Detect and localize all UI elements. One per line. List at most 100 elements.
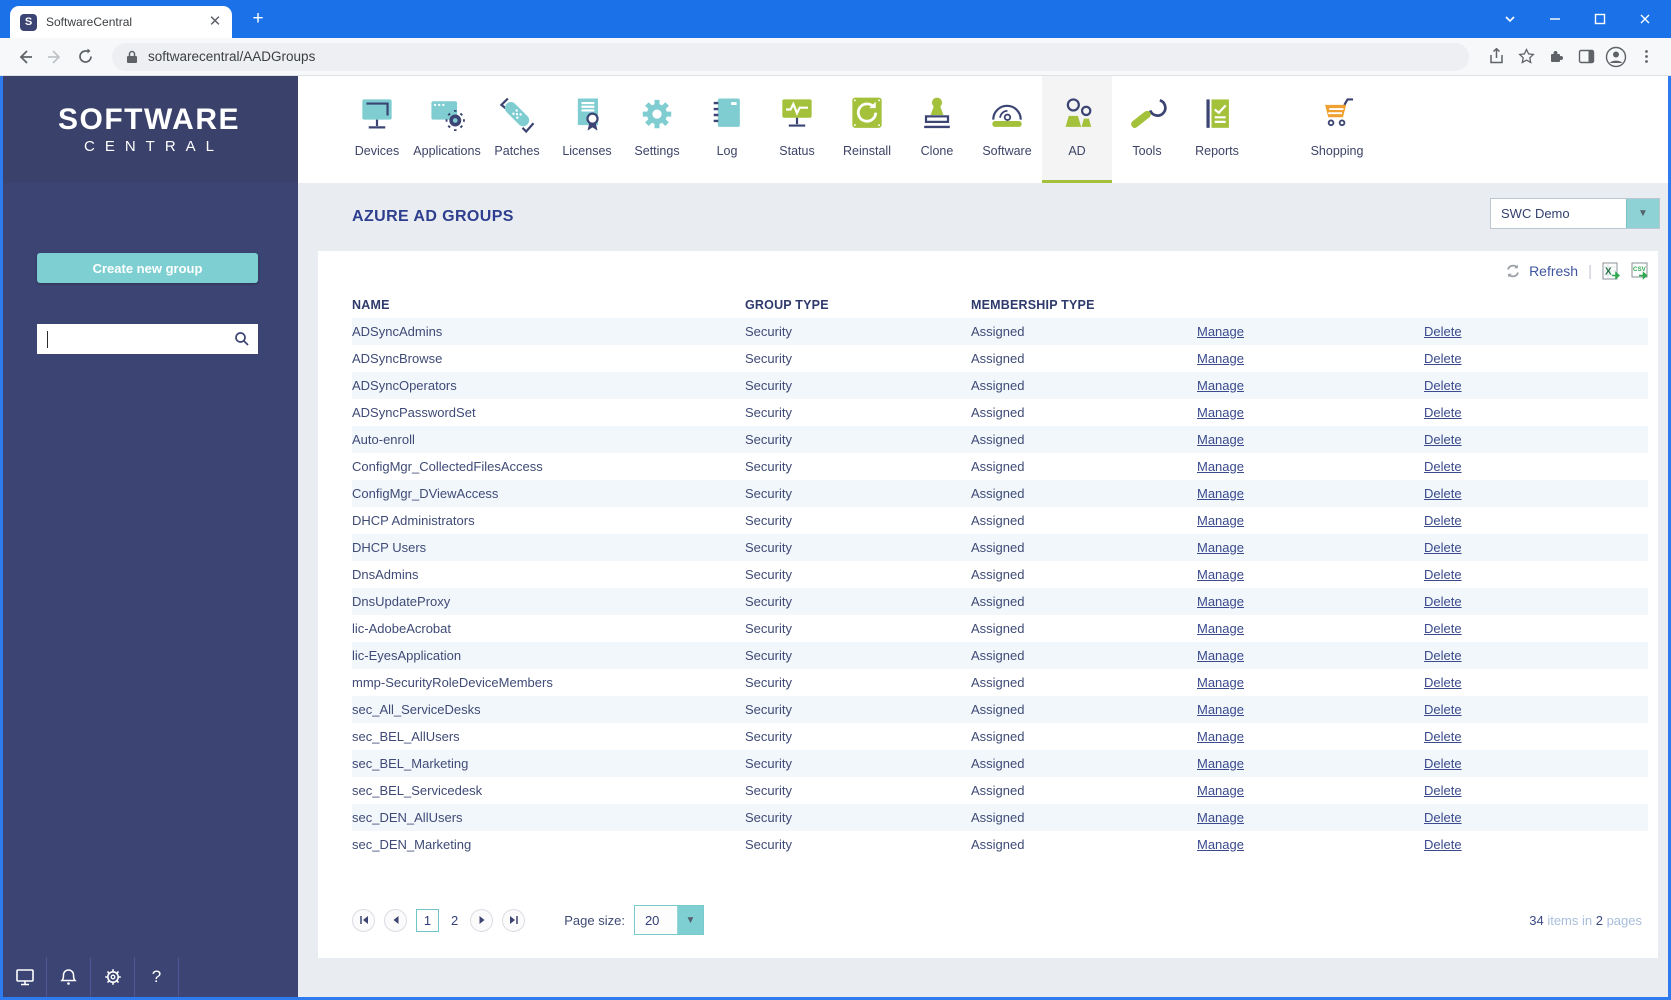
sidebar-search-box[interactable] [37,324,258,354]
manage-link[interactable]: Manage [1197,432,1244,447]
refresh-button[interactable]: Refresh [1505,263,1578,279]
last-page-button[interactable] [502,908,526,932]
nav-item-ad[interactable]: AD [1042,76,1112,183]
forward-icon[interactable] [40,42,70,72]
manage-link[interactable]: Manage [1197,810,1244,825]
delete-link[interactable]: Delete [1424,729,1462,744]
close-window-button[interactable] [1622,0,1667,38]
share-icon[interactable] [1481,42,1511,72]
manage-link[interactable]: Manage [1197,513,1244,528]
nav-item-devices[interactable]: Devices [342,76,412,183]
table-row: ConfigMgr_CollectedFilesAccess Security As… [352,453,1648,480]
membership-type: Assigned [971,702,1025,717]
manage-link[interactable]: Manage [1197,459,1244,474]
manage-link[interactable]: Manage [1197,324,1244,339]
next-page-button[interactable] [470,908,494,932]
table-row: sec_DEN_AllUsers Security Assigned Manage De… [352,804,1648,831]
tab-close-icon[interactable]: ✕ [206,13,224,31]
delete-link[interactable]: Delete [1424,486,1462,501]
environment-dropdown[interactable]: SWC Demo ▼ [1490,198,1660,229]
delete-link[interactable]: Delete [1424,324,1462,339]
export-csv-icon[interactable]: CSV [1631,262,1650,281]
pages-count: 2 [1595,912,1603,928]
manage-link[interactable]: Manage [1197,594,1244,609]
manage-link[interactable]: Manage [1197,378,1244,393]
delete-link[interactable]: Delete [1424,567,1462,582]
delete-link[interactable]: Delete [1424,837,1462,852]
delete-link[interactable]: Delete [1424,810,1462,825]
manage-link[interactable]: Manage [1197,351,1244,366]
nav-item-clone[interactable]: Clone [902,76,972,183]
new-tab-button[interactable]: + [246,8,270,32]
nav-item-licenses[interactable]: Licenses [552,76,622,183]
delete-link[interactable]: Delete [1424,675,1462,690]
nav-item-patches[interactable]: Patches [482,76,552,183]
current-page-button[interactable]: 1 [416,908,439,932]
page-size-dropdown[interactable]: 20 ▼ [633,905,704,935]
remote-desktop-icon[interactable] [3,957,47,997]
export-excel-icon[interactable]: X [1602,262,1621,281]
nav-item-log[interactable]: Log [692,76,762,183]
manage-link[interactable]: Manage [1197,405,1244,420]
nav-item-applications[interactable]: Applications [412,76,482,183]
search-input[interactable] [48,331,234,347]
notifications-bell-icon[interactable] [47,957,91,997]
nav-item-software[interactable]: Software [972,76,1042,183]
manage-link[interactable]: Manage [1197,837,1244,852]
nav-item-tools[interactable]: Tools [1112,76,1182,183]
delete-link[interactable]: Delete [1424,432,1462,447]
manage-link[interactable]: Manage [1197,729,1244,744]
delete-link[interactable]: Delete [1424,594,1462,609]
delete-link[interactable]: Delete [1424,702,1462,717]
delete-link[interactable]: Delete [1424,405,1462,420]
prev-page-button[interactable] [384,908,407,932]
nav-item-reinstall[interactable]: Reinstall [832,76,902,183]
nav-item-settings[interactable]: Settings [622,76,692,183]
dropdown-arrow-icon[interactable]: ▼ [1626,199,1659,228]
group-name: ADSyncPasswordSet [352,405,476,420]
address-bar[interactable]: softwarecentral/AADGroups [112,42,1469,71]
minimize-button[interactable] [1532,0,1577,38]
manage-link[interactable]: Manage [1197,567,1244,582]
delete-link[interactable]: Delete [1424,351,1462,366]
delete-link[interactable]: Delete [1424,378,1462,393]
manage-link[interactable]: Manage [1197,783,1244,798]
delete-link[interactable]: Delete [1424,513,1462,528]
profile-avatar-icon[interactable] [1601,42,1631,72]
settings-icon [635,93,679,137]
manage-link[interactable]: Manage [1197,648,1244,663]
page-size-arrow-icon[interactable]: ▼ [677,906,703,934]
licenses-icon [565,93,609,137]
manage-link[interactable]: Manage [1197,486,1244,501]
page-button-2[interactable]: 2 [448,913,461,928]
table-row: sec_BEL_AllUsers Security Assigned Manage De… [352,723,1648,750]
page-title: AZURE AD GROUPS [352,208,514,225]
delete-link[interactable]: Delete [1424,756,1462,771]
nav-item-reports[interactable]: Reports [1182,76,1252,183]
bookmark-star-icon[interactable] [1511,42,1541,72]
manage-link[interactable]: Manage [1197,621,1244,636]
back-icon[interactable] [10,42,40,72]
manage-link[interactable]: Manage [1197,756,1244,771]
first-page-button[interactable] [352,908,375,932]
side-panel-icon[interactable] [1571,42,1601,72]
create-new-group-button[interactable]: Create new group [37,253,258,283]
help-question-icon[interactable]: ? [135,957,179,997]
extensions-puzzle-icon[interactable] [1541,42,1571,72]
menu-kebab-icon[interactable] [1631,42,1661,72]
delete-link[interactable]: Delete [1424,540,1462,555]
manage-link[interactable]: Manage [1197,540,1244,555]
manage-link[interactable]: Manage [1197,702,1244,717]
chevron-down-icon[interactable] [1487,0,1532,38]
maximize-button[interactable] [1577,0,1622,38]
manage-link[interactable]: Manage [1197,675,1244,690]
nav-item-status[interactable]: Status [762,76,832,183]
browser-tab[interactable]: S SoftwareCentral ✕ [10,6,232,38]
delete-link[interactable]: Delete [1424,648,1462,663]
nav-item-shopping[interactable]: Shopping [1302,76,1372,183]
delete-link[interactable]: Delete [1424,783,1462,798]
settings-gear-icon[interactable] [91,957,135,997]
reload-icon[interactable] [70,42,100,72]
delete-link[interactable]: Delete [1424,459,1462,474]
delete-link[interactable]: Delete [1424,621,1462,636]
